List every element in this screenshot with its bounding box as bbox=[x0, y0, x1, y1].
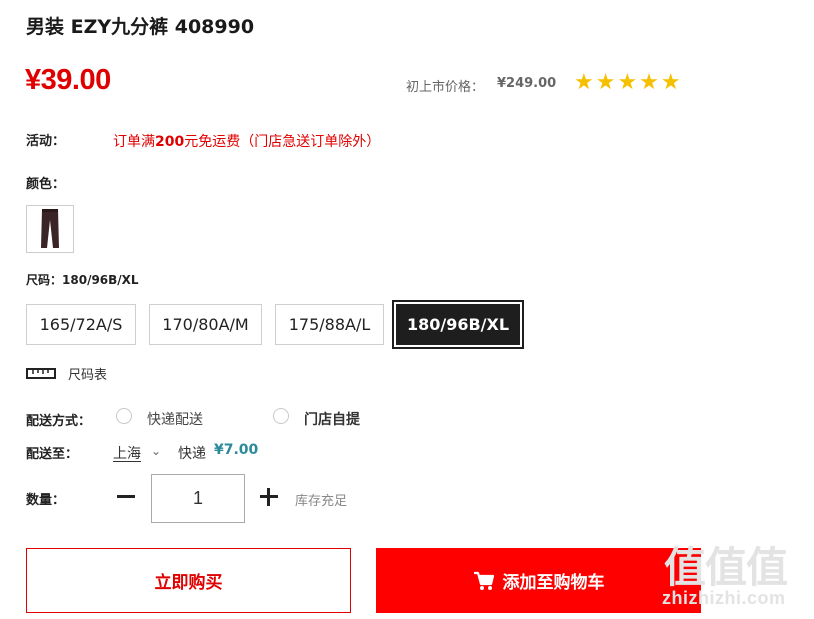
quantity-increase-button[interactable] bbox=[258, 486, 280, 508]
chevron-down-icon[interactable]: ⌄ bbox=[151, 444, 161, 458]
size-option-l[interactable]: 175/88A/L bbox=[275, 304, 384, 345]
quantity-label: 数量： bbox=[26, 493, 66, 508]
color-label: 颜色： bbox=[26, 177, 66, 192]
pants-thumbnail-icon bbox=[41, 209, 59, 248]
cart-icon bbox=[473, 571, 494, 590]
size-label-row: 尺码：180/96B/XL bbox=[26, 271, 139, 288]
city-select[interactable]: 上海 bbox=[113, 443, 141, 463]
express-delivery-radio[interactable] bbox=[116, 408, 132, 424]
stock-status: 库存充足 bbox=[295, 494, 348, 509]
delivery-to-label: 配送至： bbox=[26, 447, 79, 462]
watermark-chinese: 值值值 bbox=[664, 543, 788, 592]
watermark-site: zhizhizhi.com bbox=[662, 588, 786, 608]
promotion-text: 订单满200元免运费（门店急送订单除外） bbox=[113, 134, 381, 150]
original-price-label: 初上市价格： bbox=[406, 80, 485, 95]
color-swatch[interactable] bbox=[26, 205, 74, 253]
add-to-cart-label: 添加至购物车 bbox=[502, 573, 605, 593]
original-price: ¥249.00 bbox=[497, 76, 557, 91]
rating-stars: ★★★★★ bbox=[574, 70, 683, 95]
delivery-method-label: 配送方式： bbox=[26, 414, 92, 429]
ruler-icon[interactable] bbox=[26, 366, 56, 380]
quantity-input[interactable] bbox=[151, 474, 245, 523]
size-selected-text: 180/96B/XL bbox=[62, 273, 139, 287]
promotion-label: 活动： bbox=[26, 134, 66, 149]
buy-now-button[interactable]: 立即购买 bbox=[26, 548, 351, 613]
add-to-cart-button[interactable]: 添加至购物车 bbox=[376, 548, 701, 613]
current-price: ¥39.00 bbox=[25, 64, 111, 96]
store-pickup-text[interactable]: 门店自提 bbox=[304, 409, 360, 429]
express-delivery-text[interactable]: 快递配送 bbox=[147, 409, 203, 429]
size-label: 尺码： bbox=[26, 273, 63, 287]
size-option-m[interactable]: 170/80A/M bbox=[149, 304, 262, 345]
quantity-decrease-button[interactable] bbox=[114, 484, 138, 508]
store-pickup-radio[interactable] bbox=[273, 408, 289, 424]
size-option-xl[interactable]: 180/96B/XL bbox=[392, 300, 524, 349]
product-title: 男装 EZY九分裤 408990 bbox=[26, 16, 255, 38]
express-price: ¥7.00 bbox=[214, 442, 259, 458]
express-label: 快递 bbox=[178, 446, 206, 462]
size-chart-link[interactable]: 尺码表 bbox=[68, 364, 107, 383]
size-option-s[interactable]: 165/72A/S bbox=[26, 304, 136, 345]
